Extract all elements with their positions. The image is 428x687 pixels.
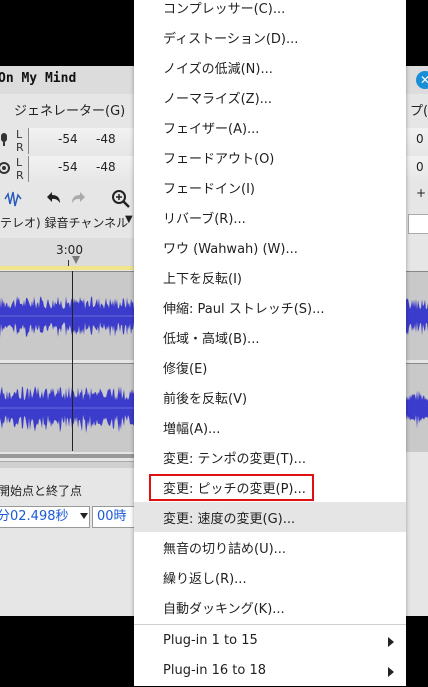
meter-tick: -48 (96, 160, 116, 174)
timeline-ruler[interactable]: 3:00 (0, 238, 134, 266)
toolbar-right: + (406, 186, 428, 206)
menu-item-repeat[interactable]: 繰り返し(R)... (134, 562, 406, 592)
microphone-icon (1, 133, 7, 146)
menu-item-label: フェードアウト(O) (163, 152, 275, 167)
chevron-down-icon[interactable] (80, 513, 88, 519)
record-meter-right: 0 (406, 128, 428, 154)
meter-l-label: L (16, 128, 23, 141)
menu-item-reverse[interactable]: 前後を反転(V) (134, 382, 406, 412)
selection-mode-label: 開始点と終了点 (0, 484, 83, 498)
menu-item-label: リバーブ(R)... (163, 212, 246, 227)
menu-item-label: 自動ダッキング(K)... (163, 602, 285, 617)
menu-item-change-pitch[interactable]: 変更: ピッチの変更(P)... (134, 472, 406, 502)
meter-tick: -48 (96, 132, 116, 146)
meter-tick: 0 (416, 132, 424, 146)
menu-item-invert[interactable]: 上下を反転(I) (134, 262, 406, 292)
menu-item-label: Plug-in 1 to 15 (163, 633, 258, 648)
menu-item-distortion[interactable]: ディストーション(D)... (134, 22, 406, 52)
menu-item-repair[interactable]: 修復(E) (134, 352, 406, 382)
audio-track-left-sliver (406, 271, 428, 360)
gain-label: + (416, 186, 427, 200)
selection-start-time[interactable]: 分02.498秒 (0, 506, 90, 528)
menu-help[interactable]: プ(H) (410, 100, 428, 119)
menu-item-plugins-16-18[interactable]: Plug-in 16 to 18 (134, 657, 406, 687)
menu-item-label: 無音の切り詰め(U)... (163, 542, 287, 557)
menu-item-change-tempo[interactable]: 変更: テンポの変更(T)... (134, 442, 406, 472)
play-cursor (72, 271, 73, 451)
menu-item-wahwah[interactable]: ワウ (Wahwah) (W)... (134, 232, 406, 262)
menu-item-bass-treble[interactable]: 低域・高域(B)... (134, 322, 406, 352)
playback-meter[interactable]: LR -54 -48 (0, 156, 135, 182)
effect-menu: コンプレッサー(C)... ディストーション(D)... ノイズの低減(N)..… (134, 0, 406, 686)
menu-item-label: 前後を反転(V) (163, 392, 248, 407)
timeline-label: 3:00 (56, 243, 83, 257)
menu-item-label: ノイズの低減(N)... (163, 62, 273, 77)
audio-track-right-sliver (406, 363, 428, 452)
menu-item-compressor[interactable]: コンプレッサー(C)... (134, 0, 406, 22)
close-icon[interactable]: ✕ (416, 71, 428, 89)
menu-item-phaser[interactable]: フェイザー(A)... (134, 112, 406, 142)
menu-item-label: ディストーション(D)... (163, 32, 299, 47)
menu-item-fade-out[interactable]: フェードアウト(O) (134, 142, 406, 172)
menu-generator[interactable]: ジェネレーター(G) (14, 100, 125, 119)
undo-icon[interactable] (42, 188, 64, 210)
menu-item-amplify[interactable]: 増幅(A)... (134, 412, 406, 442)
meter-tick: -54 (58, 160, 78, 174)
menu-item-label: 変更: テンポの変更(T)... (163, 452, 306, 467)
menu-item-plugins-1-15[interactable]: Plug-in 1 to 15 (134, 627, 406, 657)
meter-tick: 0 (416, 160, 424, 174)
menu-item-label: 変更: ピッチの変更(P)... (163, 482, 306, 497)
playback-meter-right: 0 (406, 156, 428, 182)
menu-item-label: フェードイン(I) (163, 182, 255, 197)
waveform (0, 296, 134, 338)
menu-item-label: 増幅(A)... (163, 422, 221, 437)
menu-item-normalize[interactable]: ノーマライズ(Z)... (134, 82, 406, 112)
menu-separator (134, 624, 406, 625)
window-title: On My Mind (0, 71, 77, 86)
menu-item-label: コンプレッサー(C)... (163, 2, 286, 17)
recording-channels-select[interactable]: テレオ) 録音チャンネル ▼ (0, 214, 134, 232)
menu-item-label: Plug-in 16 to 18 (163, 663, 267, 678)
speaker-icon (0, 162, 10, 174)
menu-item-noise-reduction[interactable]: ノイズの低減(N)... (134, 52, 406, 82)
menu-item-label: フェイザー(A)... (163, 122, 260, 137)
record-meter[interactable]: LR -54 -48 (0, 128, 135, 154)
menu-item-label: ワウ (Wahwah) (W)... (163, 242, 298, 257)
menu-item-truncate-silence[interactable]: 無音の切り詰め(U)... (134, 532, 406, 562)
redo-icon[interactable] (68, 188, 90, 210)
waveform (0, 386, 134, 434)
menu-item-change-speed[interactable]: 変更: 速度の変更(G)... (134, 502, 406, 532)
menu-item-paulstretch[interactable]: 伸縮: Paul ストレッチ(S)... (134, 292, 406, 322)
playhead-icon[interactable] (72, 256, 80, 264)
zoom-in-icon[interactable] (110, 188, 132, 210)
menu-item-reverb[interactable]: リバーブ(R)... (134, 202, 406, 232)
recording-channels-value: テレオ) 録音チャンネル (0, 216, 129, 230)
device-select-right[interactable] (408, 214, 428, 234)
submenu-arrow-icon (388, 637, 394, 647)
meter-r-label: R (16, 169, 24, 182)
menu-item-label: 伸縮: Paul ストレッチ(S)... (163, 302, 325, 317)
audio-track-left-channel[interactable] (0, 271, 134, 360)
submenu-arrow-icon (388, 667, 394, 677)
meter-r-label: R (16, 141, 24, 154)
menu-item-fade-in[interactable]: フェードイン(I) (134, 172, 406, 202)
edit-toolbar (0, 186, 134, 212)
chevron-down-icon: ▼ (125, 214, 133, 225)
meter-tick: -54 (58, 132, 78, 146)
menu-item-label: ノーマライズ(Z)... (163, 92, 273, 107)
menu-item-auto-duck[interactable]: 自動ダッキング(K)... (134, 592, 406, 622)
menu-item-label: 変更: 速度の変更(G)... (163, 512, 296, 527)
menu-item-label: 繰り返し(R)... (163, 572, 247, 587)
menu-item-label: 低域・高域(B)... (163, 332, 260, 347)
menu-item-label: 上下を反転(I) (163, 272, 242, 287)
waveform-tool-icon[interactable] (2, 188, 24, 210)
audio-track-right-channel[interactable] (0, 363, 134, 452)
meter-l-label: L (16, 156, 23, 169)
menu-item-label: 修復(E) (163, 362, 208, 377)
